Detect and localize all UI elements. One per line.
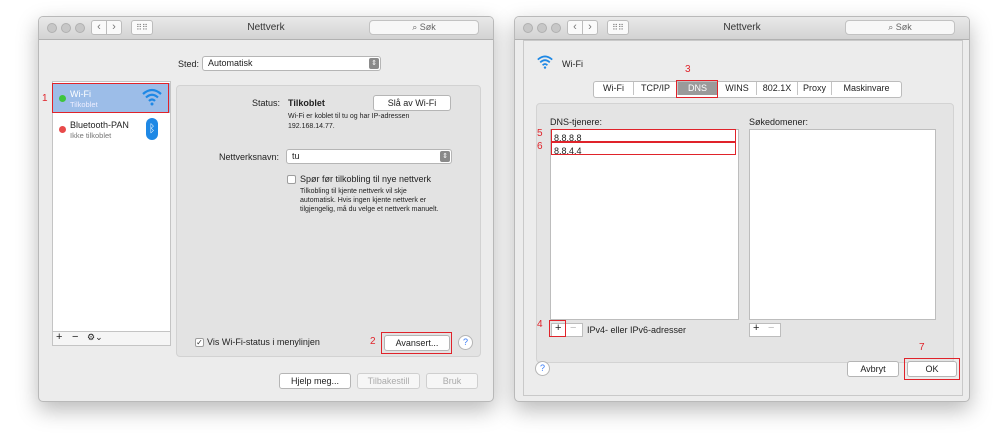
help-me-button[interactable]: Hjelp meg... (279, 373, 351, 389)
cancel-button[interactable]: Avbryt (847, 361, 899, 377)
add-domain-button[interactable]: + (753, 322, 759, 334)
annotation-number-4: 4 (537, 319, 543, 330)
location-popup[interactable]: Automatisk ⇕ (202, 56, 381, 71)
question-icon: ? (462, 337, 468, 347)
service-status: Ikke tilkoblet (70, 131, 112, 140)
status-value: Tilkoblet (288, 98, 325, 108)
ask-join-description: tilgjengelig, må du velge et nettverk ma… (300, 206, 439, 213)
network-name-label: Nettverksnavn: (219, 152, 280, 162)
network-advanced-window: ‹ › ⠿⠿ Nettverk ⌕ Søk Wi-Fi Wi-Fi TCP/IP… (514, 16, 970, 402)
wifi-icon (537, 55, 553, 69)
service-list: Wi-Fi Tilkoblet Bluetooth-PAN Ikke tilko… (52, 81, 171, 346)
list-toolbar: + − ⚙︎⌄ (53, 331, 170, 345)
annotation-box-4 (549, 320, 566, 337)
tab-wins[interactable]: WINS (718, 82, 757, 95)
annotation-box-1 (52, 83, 169, 113)
annotation-box-6 (551, 142, 736, 155)
remove-dns-button[interactable]: − (570, 322, 576, 334)
annotation-number-7: 7 (919, 342, 925, 353)
location-label: Sted: (178, 59, 200, 69)
remove-domain-button[interactable]: − (768, 322, 774, 334)
interface-name: Wi-Fi (562, 59, 583, 69)
status-dot-red (59, 126, 66, 133)
question-icon: ? (539, 363, 545, 373)
status-label: Status: (252, 98, 281, 108)
search-placeholder: Søk (419, 22, 436, 32)
tab-8021x[interactable]: 802.1X (757, 82, 798, 95)
annotation-box-3 (676, 80, 718, 98)
network-name-value: tu (292, 151, 300, 161)
tab-hardware[interactable]: Maskinvare (832, 82, 901, 95)
tab-bar: Wi-Fi TCP/IP DNS WINS 802.1X Proxy Maski… (593, 81, 902, 98)
show-status-label: Vis Wi-Fi-status i menylinjen (207, 337, 320, 347)
search-domains-list[interactable] (749, 129, 936, 320)
ipv-hint: IPv4- eller IPv6-adresser (587, 325, 687, 335)
ask-join-label: Spør før tilkobling til nye nettverk (300, 174, 432, 184)
title-bar: ‹ › ⠿⠿ Nettverk ⌕ Søk (39, 17, 493, 40)
search-domains-label: Søkedomener: (749, 117, 809, 127)
remove-service-button[interactable]: − (72, 331, 78, 343)
search-placeholder: Søk (895, 22, 912, 32)
annotation-box-5 (551, 129, 736, 142)
chevron-updown-icon: ⇕ (369, 58, 379, 69)
annotation-number-6: 6 (537, 141, 543, 152)
search-icon: ⌕ (888, 22, 894, 32)
network-name-popup[interactable]: tu ⇕ (286, 149, 452, 164)
add-service-button[interactable]: + (56, 331, 62, 343)
dns-servers-label: DNS-tjenere: (550, 117, 603, 127)
ip-address: 192.168.14.77. (288, 123, 335, 130)
annotation-number-2: 2 (370, 336, 376, 347)
gear-icon[interactable]: ⚙︎⌄ (87, 332, 103, 343)
annotation-box-7 (904, 358, 960, 380)
tab-wifi[interactable]: Wi-Fi (594, 82, 634, 95)
location-value: Automatisk (208, 58, 253, 68)
show-status-checkbox[interactable]: ✓ (195, 338, 204, 347)
ask-join-description: Tilkobling til kjente nettverk vil skje (300, 188, 407, 195)
advanced-sheet: Wi-Fi Wi-Fi TCP/IP DNS WINS 802.1X Proxy… (523, 40, 963, 396)
tab-proxy[interactable]: Proxy (798, 82, 832, 95)
search-icon: ⌕ (412, 22, 418, 32)
annotation-number-5: 5 (537, 128, 543, 139)
status-description: Wi-Fi er koblet til tu og har IP-adresse… (288, 113, 410, 120)
annotation-number-3: 3 (685, 64, 691, 75)
search-field[interactable]: ⌕ Søk (845, 20, 955, 35)
annotation-number-1: 1 (42, 93, 48, 104)
help-button[interactable]: ? (458, 335, 473, 350)
service-name: Bluetooth-PAN (70, 120, 129, 130)
revert-button[interactable]: Tilbakestill (357, 373, 420, 389)
dns-servers-list[interactable]: 8.8.8.8 8.8.4.4 (550, 129, 739, 320)
apply-button[interactable]: Bruk (426, 373, 478, 389)
network-prefs-window: ‹ › ⠿⠿ Nettverk ⌕ Søk Sted: Automatisk ⇕… (38, 16, 494, 402)
search-field[interactable]: ⌕ Søk (369, 20, 479, 35)
chevron-updown-icon: ⇕ (440, 151, 450, 162)
title-bar: ‹ › ⠿⠿ Nettverk ⌕ Søk (515, 17, 969, 40)
tab-tcpip[interactable]: TCP/IP (634, 82, 678, 95)
bluetooth-icon: ᛒ (146, 118, 158, 140)
annotation-box-2 (381, 332, 452, 354)
ask-join-checkbox[interactable] (287, 175, 296, 184)
help-button[interactable]: ? (535, 361, 550, 376)
ask-join-description: automatisk. Hvis ingen kjente nettverk e… (300, 197, 427, 204)
turn-off-wifi-button[interactable]: Slå av Wi-Fi (373, 95, 451, 111)
service-item-bluetooth-pan[interactable]: Bluetooth-PAN Ikke tilkoblet ᛒ (53, 115, 170, 145)
domain-list-controls: + − (749, 322, 781, 337)
